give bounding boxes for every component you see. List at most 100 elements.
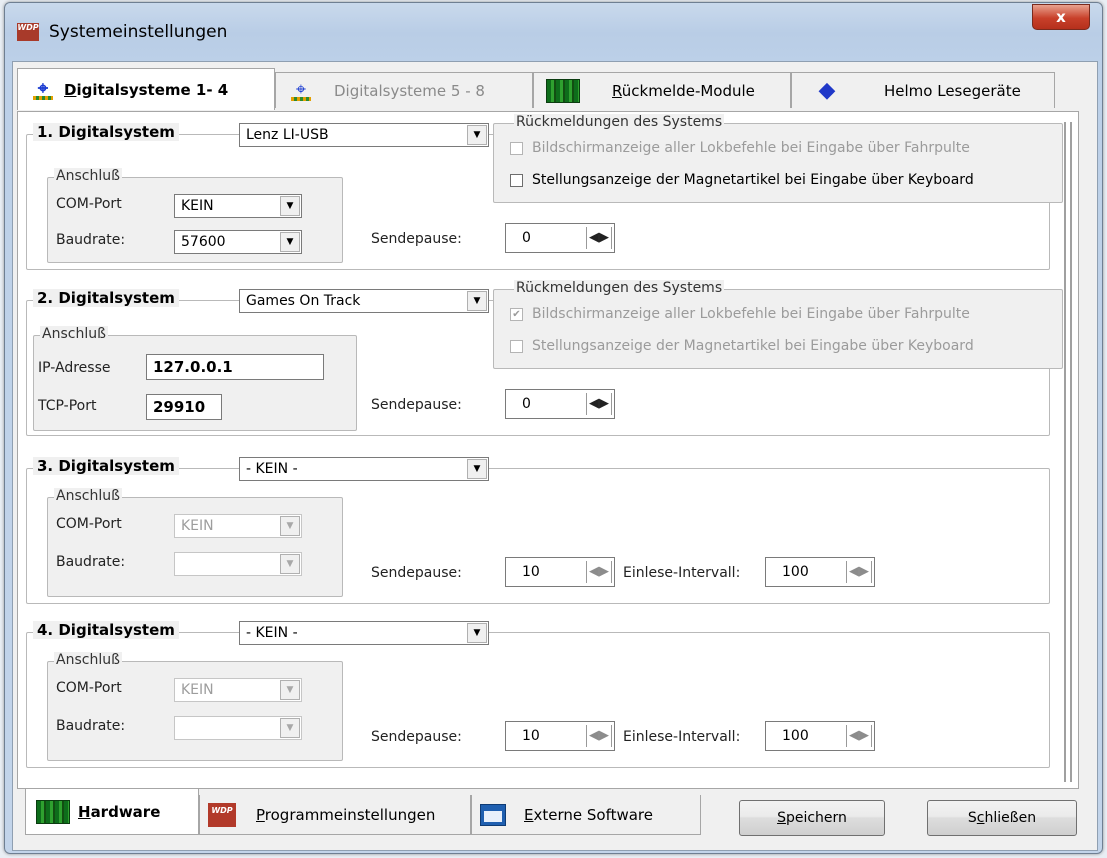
feedback-group: Rückmeldungen des Systems ✔ Bildschirmanz… [493, 280, 1063, 369]
com-port-select[interactable]: KEIN ▼ [174, 194, 302, 218]
chevron-down-icon: ▼ [280, 232, 300, 252]
anschluss-group: Anschluß IP-Adresse 127.0.0.1 TCP-Port 2… [33, 326, 357, 431]
top-tabstrip: ⌖ Digitalsysteme 1- 4 ⌖ Digitalsysteme 5… [17, 68, 1079, 112]
system-title: 4. Digitalsystem [33, 621, 179, 639]
feedback-turnout-checkbox[interactable]: Stellungsanzeige der Magnetartikel bei E… [510, 338, 974, 354]
baudrate-select[interactable]: 57600 ▼ [174, 230, 302, 254]
checkbox-icon [510, 141, 523, 155]
chevron-down-icon: ▼ [280, 196, 300, 216]
system-3-group: 3. Digitalsystem - KEIN - ▼ Anschluß COM-… [26, 457, 1050, 604]
einlese-intervall-label: Einlese-Intervall: [623, 565, 741, 581]
system-device-select[interactable]: - KEIN - ▼ [239, 457, 489, 481]
window-icon [480, 803, 506, 826]
sendepause-label: Sendepause: [371, 565, 462, 581]
chevron-down-icon: ▼ [467, 125, 487, 145]
anschluss-title: Anschluß [54, 652, 122, 668]
com-port-select[interactable]: KEIN ▼ [174, 678, 302, 702]
tab-programmeinstellungen[interactable]: WDP Programmeinstellungen [199, 795, 471, 835]
spin-arrows-icon[interactable]: ◀▶ [846, 561, 872, 583]
chevron-down-icon: ▼ [280, 516, 300, 536]
einlese-intervall-label: Einlese-Intervall: [623, 729, 741, 745]
save-button[interactable]: Speichern [739, 800, 885, 836]
tab-digitalsysteme-1-4[interactable]: ⌖ Digitalsysteme 1- 4 [17, 68, 275, 110]
tab-helmo-lesegeraete[interactable]: ◆ Helmo Lesegeräte [791, 72, 1055, 108]
system-device-select[interactable]: Games On Track ▼ [239, 289, 489, 313]
anschluss-title: Anschluß [54, 168, 122, 184]
anschluss-group: Anschluß COM-Port KEIN ▼ Baudrate: ▼ [47, 488, 343, 597]
close-window-button[interactable]: x [1032, 4, 1090, 30]
sendepause-spinner[interactable]: 10 ◀▶ [505, 557, 615, 587]
feedback-turnout-checkbox[interactable]: Stellungsanzeige der Magnetartikel bei E… [510, 172, 974, 188]
baudrate-label: Baudrate: [56, 718, 126, 734]
anschluss-title: Anschluß [54, 488, 122, 504]
tab-digitalsysteme-5-8[interactable]: ⌖ Digitalsysteme 5 - 8 [275, 72, 533, 108]
checkbox-icon [510, 339, 523, 353]
einlese-intervall-spinner[interactable]: 100 ◀▶ [765, 721, 875, 751]
checkmark-icon: ✔ [510, 307, 523, 321]
panel-edge [1070, 122, 1072, 782]
close-button[interactable]: Schließen [927, 800, 1077, 836]
sendepause-spinner[interactable]: 10 ◀▶ [505, 721, 615, 751]
sendepause-label: Sendepause: [371, 397, 462, 413]
spin-arrows-icon[interactable]: ◀▶ [586, 393, 612, 415]
tab-hardware[interactable]: Hardware [25, 789, 199, 835]
dialog-client: ⌖ Digitalsysteme 1- 4 ⌖ Digitalsysteme 5… [12, 61, 1098, 851]
baudrate-select[interactable]: ▼ [174, 552, 302, 576]
chevron-down-icon: ▼ [280, 718, 300, 738]
sendepause-label: Sendepause: [371, 231, 462, 247]
chevron-down-icon: ▼ [280, 554, 300, 574]
chevron-down-icon: ▼ [467, 291, 487, 311]
ip-address-input[interactable]: 127.0.0.1 [146, 354, 324, 380]
system-1-group: 1. Digitalsystem Lenz LI-USB ▼ Anschluß C… [26, 114, 1063, 270]
circuit-board-icon [546, 78, 580, 103]
system-title: 2. Digitalsystem [33, 289, 179, 307]
spin-arrows-icon[interactable]: ◀▶ [586, 227, 612, 249]
tab-externe-software[interactable]: Externe Software [471, 795, 701, 835]
system-device-select[interactable]: - KEIN - ▼ [239, 621, 489, 645]
feedback-title: Rückmeldungen des Systems [514, 114, 725, 130]
system-device-select[interactable]: Lenz LI-USB ▼ [239, 123, 489, 147]
title-bar: WDP Systemeinstellungen x [5, 3, 1102, 59]
anschluss-group: Anschluß COM-Port KEIN ▼ Baudrate: 57600 ▼ [47, 168, 343, 263]
tcp-port-input[interactable]: 29910 [146, 394, 222, 420]
system-title: 1. Digitalsystem [33, 123, 179, 141]
sendepause-spinner[interactable]: 0 ◀▶ [505, 389, 615, 419]
feedback-loco-checkbox[interactable]: Bildschirmanzeige aller Lokbefehle bei E… [510, 140, 970, 156]
tcp-port-label: TCP-Port [38, 398, 97, 414]
feedback-title: Rückmeldungen des Systems [514, 280, 725, 296]
system-2-group: 2. Digitalsystem Games On Track ▼ Anschlu… [26, 280, 1063, 436]
baudrate-label: Baudrate: [56, 554, 126, 570]
rail-icon: ⌖ [32, 79, 54, 100]
panel-edge [1064, 122, 1066, 782]
spin-arrows-icon[interactable]: ◀▶ [586, 561, 612, 583]
ip-address-label: IP-Adresse [38, 360, 111, 376]
spin-arrows-icon[interactable]: ◀▶ [586, 725, 612, 747]
wdp-app-icon: WDP [17, 23, 39, 41]
com-port-label: COM-Port [56, 516, 122, 532]
sendepause-label: Sendepause: [371, 729, 462, 745]
einlese-intervall-spinner[interactable]: 100 ◀▶ [765, 557, 875, 587]
wdp-logo-icon: WDP [208, 802, 236, 827]
chevron-down-icon: ▼ [280, 680, 300, 700]
chevron-down-icon: ▼ [467, 623, 487, 643]
chevron-down-icon: ▼ [467, 459, 487, 479]
feedback-loco-checkbox[interactable]: ✔ Bildschirmanzeige aller Lokbefehle bei … [510, 306, 970, 322]
baudrate-label: Baudrate: [56, 232, 126, 248]
sendepause-spinner[interactable]: 0 ◀▶ [505, 223, 615, 253]
system-title: 3. Digitalsystem [33, 457, 179, 475]
anschluss-group: Anschluß COM-Port KEIN ▼ Baudrate: ▼ [47, 652, 343, 761]
com-port-select[interactable]: KEIN ▼ [174, 514, 302, 538]
baudrate-select[interactable]: ▼ [174, 716, 302, 740]
tab-panel: 1. Digitalsystem Lenz LI-USB ▼ Anschluß C… [17, 111, 1079, 789]
checkbox-icon [510, 173, 523, 187]
anschluss-title: Anschluß [40, 326, 108, 342]
settings-window: WDP Systemeinstellungen x ⌖ Digitalsyste… [4, 2, 1103, 854]
window-title: Systemeinstellungen [49, 22, 228, 42]
spin-arrows-icon[interactable]: ◀▶ [846, 725, 872, 747]
rail-icon: ⌖ [290, 80, 312, 101]
system-4-group: 4. Digitalsystem - KEIN - ▼ Anschluß COM-… [26, 621, 1050, 768]
com-port-label: COM-Port [56, 680, 122, 696]
feedback-group: Rückmeldungen des Systems Bildschirmanze… [493, 114, 1063, 203]
circuit-board-icon [36, 799, 70, 824]
tab-rueckmelde-module[interactable]: Rückmelde-Module [533, 72, 791, 108]
